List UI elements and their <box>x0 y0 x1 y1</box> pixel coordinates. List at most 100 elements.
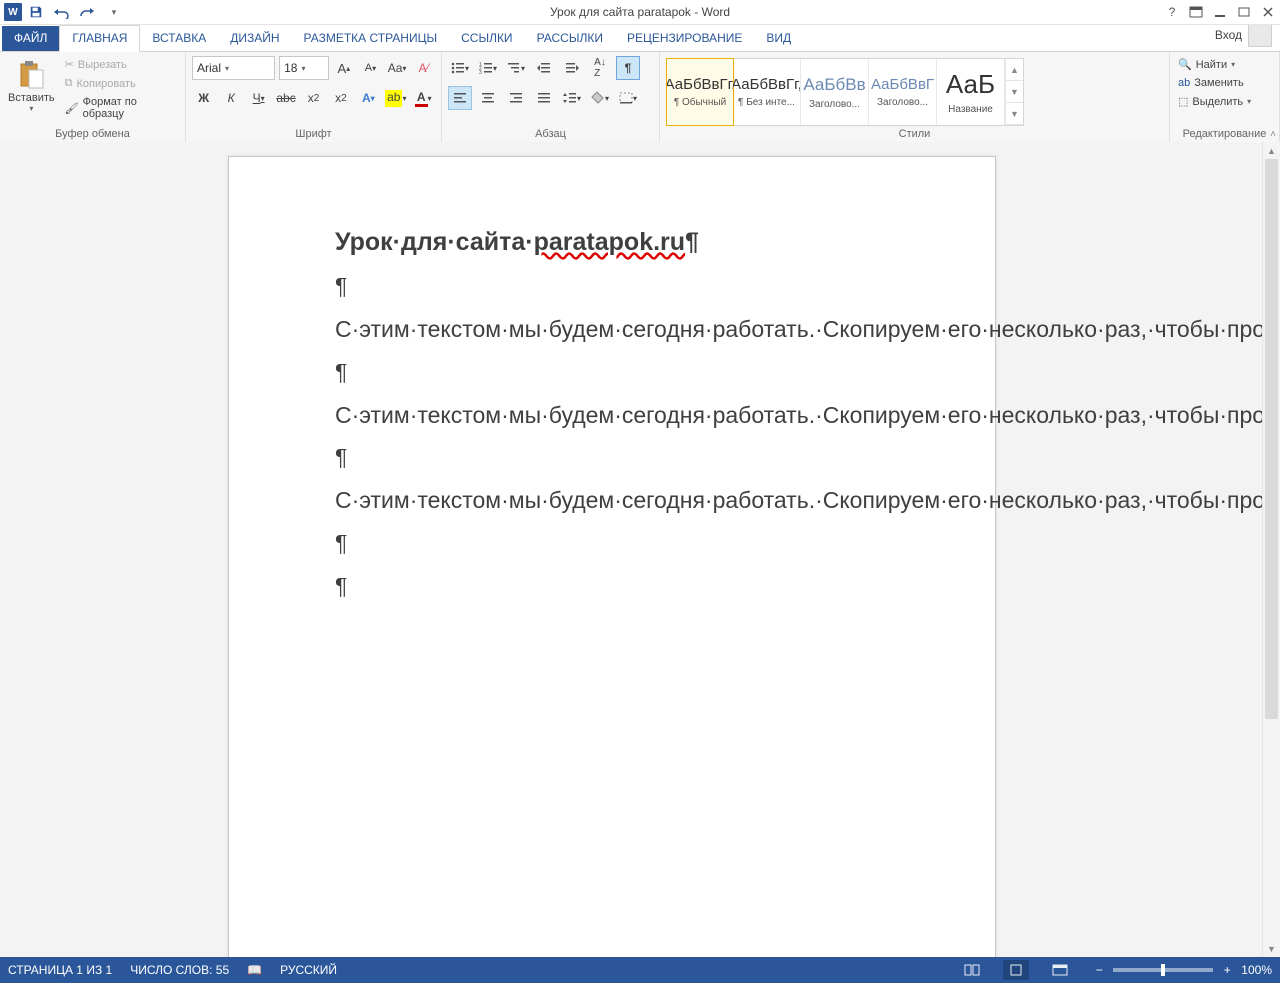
close-button[interactable] <box>1256 1 1280 23</box>
maximize-button[interactable] <box>1232 1 1256 23</box>
borders-button[interactable]: ▾ <box>616 86 640 110</box>
save-button[interactable] <box>24 1 48 23</box>
tab-references[interactable]: ССЫЛКИ <box>449 26 524 51</box>
document-page[interactable]: Урок·для·сайта·paratapok.ru¶ ¶ С·этим·те… <box>228 156 996 957</box>
select-label: Выделить <box>1192 96 1243 108</box>
copy-icon: ⧉ <box>65 77 73 90</box>
tab-file[interactable]: ФАЙЛ <box>2 26 59 51</box>
style-normal[interactable]: АаБбВвГг, ¶ Обычный <box>666 58 734 126</box>
sign-in-label: Вход <box>1215 28 1242 42</box>
paste-button[interactable]: Вставить ▾ <box>6 56 57 115</box>
find-button[interactable]: 🔍 Найти ▾ <box>1176 56 1253 73</box>
word-icon: W <box>4 3 22 21</box>
scroll-down-button[interactable]: ▼ <box>1263 940 1280 957</box>
highlight-button[interactable]: ab▾ <box>384 86 407 110</box>
tab-home[interactable]: ГЛАВНАЯ <box>59 25 140 52</box>
collapse-ribbon-button[interactable]: ˄ <box>1270 129 1276 140</box>
avatar-icon <box>1248 23 1272 47</box>
status-proofing-icon[interactable]: 📖 <box>247 963 262 977</box>
replace-button[interactable]: ab Заменить <box>1176 75 1253 91</box>
grow-font-button[interactable]: A▴ <box>333 56 356 80</box>
status-page[interactable]: СТРАНИЦА 1 ИЗ 1 <box>8 963 112 977</box>
ribbon-display-button[interactable] <box>1184 1 1208 23</box>
style-title[interactable]: АаБ Название <box>937 59 1005 125</box>
copy-button[interactable]: ⧉ Копировать <box>63 75 179 92</box>
gallery-up[interactable]: ▲ <box>1005 59 1023 81</box>
font-color-button[interactable]: A▾ <box>412 86 435 110</box>
style-label: ¶ Без инте... <box>738 97 795 108</box>
help-button[interactable]: ? <box>1160 1 1184 23</box>
decrease-indent-button[interactable] <box>532 56 556 80</box>
doc-paragraph: С·этим·текстом·мы·будем·сегодня·работать… <box>335 486 889 515</box>
tab-mailings[interactable]: РАССЫЛКИ <box>525 26 615 51</box>
change-case-button[interactable]: Aa▾ <box>386 56 409 80</box>
cut-button[interactable]: ✂ Вырезать <box>63 56 179 73</box>
align-center-button[interactable] <box>476 86 500 110</box>
shading-button[interactable]: ▾ <box>588 86 612 110</box>
style-heading2[interactable]: АаБбВвГ Заголово... <box>869 59 937 125</box>
multilevel-button[interactable]: ▾ <box>504 56 528 80</box>
group-clipboard: Вставить ▾ ✂ Вырезать ⧉ Копировать 🖌 Фор… <box>0 52 186 142</box>
scroll-up-button[interactable]: ▲ <box>1263 142 1280 159</box>
style-label: Заголово... <box>809 99 860 110</box>
tab-review[interactable]: РЕЦЕНЗИРОВАНИЕ <box>615 26 754 51</box>
text-effects-button[interactable]: A▾ <box>357 86 380 110</box>
format-painter-button[interactable]: 🖌 Формат по образцу <box>63 94 179 122</box>
zoom-slider[interactable] <box>1113 968 1213 972</box>
style-no-spacing[interactable]: АаБбВвГг, ¶ Без инте... <box>733 59 801 125</box>
status-words[interactable]: ЧИСЛО СЛОВ: 55 <box>130 963 229 977</box>
tab-view[interactable]: ВИД <box>754 26 803 51</box>
redo-button[interactable] <box>76 1 100 23</box>
window-buttons: ? <box>1160 1 1280 23</box>
vertical-scrollbar[interactable]: ▲ ▼ <box>1262 142 1280 957</box>
select-button[interactable]: ⬚ Выделить ▾ <box>1176 93 1253 110</box>
zoom-in-button[interactable]: + <box>1219 963 1235 977</box>
numbering-button[interactable]: 123▾ <box>476 56 500 80</box>
tab-design[interactable]: ДИЗАЙН <box>218 26 291 51</box>
font-name-combo[interactable]: Arial▾ <box>192 56 275 80</box>
group-editing: 🔍 Найти ▾ ab Заменить ⬚ Выделить ▾ Редак… <box>1170 52 1280 142</box>
cut-label: Вырезать <box>78 59 127 71</box>
minimize-button[interactable] <box>1208 1 1232 23</box>
style-heading1[interactable]: АаБбВв Заголово... <box>801 59 869 125</box>
qat-customize-button[interactable]: ▾ <box>102 1 126 23</box>
line-spacing-button[interactable]: ▾ <box>560 86 584 110</box>
italic-button[interactable]: К <box>219 86 242 110</box>
title-bar: W ▾ Урок для сайта paratapok - Word ? <box>0 0 1280 25</box>
font-size-combo[interactable]: 18▾ <box>279 56 328 80</box>
justify-button[interactable] <box>532 86 556 110</box>
group-styles-label: Стили <box>666 128 1163 142</box>
doc-empty-para: ¶ <box>335 529 889 558</box>
align-left-button[interactable] <box>448 86 472 110</box>
bullets-button[interactable]: ▾ <box>448 56 472 80</box>
zoom-out-button[interactable]: − <box>1091 963 1107 977</box>
status-language[interactable]: РУССКИЙ <box>280 963 337 977</box>
scroll-thumb[interactable] <box>1265 159 1278 719</box>
increase-indent-button[interactable] <box>560 56 584 80</box>
zoom-value[interactable]: 100% <box>1241 963 1272 977</box>
tab-insert[interactable]: ВСТАВКА <box>140 26 218 51</box>
superscript-button[interactable]: x2 <box>329 86 352 110</box>
tab-layout[interactable]: РАЗМЕТКА СТРАНИЦЫ <box>292 26 450 51</box>
view-web-button[interactable] <box>1047 960 1073 980</box>
bold-button[interactable]: Ж <box>192 86 215 110</box>
gallery-more[interactable]: ▼ <box>1005 103 1023 125</box>
style-label: Заголово... <box>877 97 928 108</box>
subscript-button[interactable]: x2 <box>302 86 325 110</box>
view-print-button[interactable] <box>1003 960 1029 980</box>
brush-icon: 🖌 <box>65 102 79 115</box>
view-read-button[interactable] <box>959 960 985 980</box>
group-font: Arial▾ 18▾ A▴ A▾ Aa▾ A⁄ Ж К Ч▾ abc x2 x2 <box>186 52 442 142</box>
underline-button[interactable]: Ч▾ <box>247 86 270 110</box>
gallery-down[interactable]: ▼ <box>1005 81 1023 103</box>
strike-button[interactable]: abc <box>274 86 297 110</box>
shrink-font-button[interactable]: A▾ <box>359 56 382 80</box>
clear-format-button[interactable]: A⁄ <box>412 56 435 80</box>
group-editing-label: Редактирование <box>1176 128 1273 142</box>
sort-button[interactable]: A↓Z <box>588 56 612 80</box>
scroll-track[interactable] <box>1263 159 1280 940</box>
undo-button[interactable] <box>50 1 74 23</box>
paste-label: Вставить <box>8 92 55 104</box>
align-right-button[interactable] <box>504 86 528 110</box>
show-marks-button[interactable]: ¶ <box>616 56 640 80</box>
